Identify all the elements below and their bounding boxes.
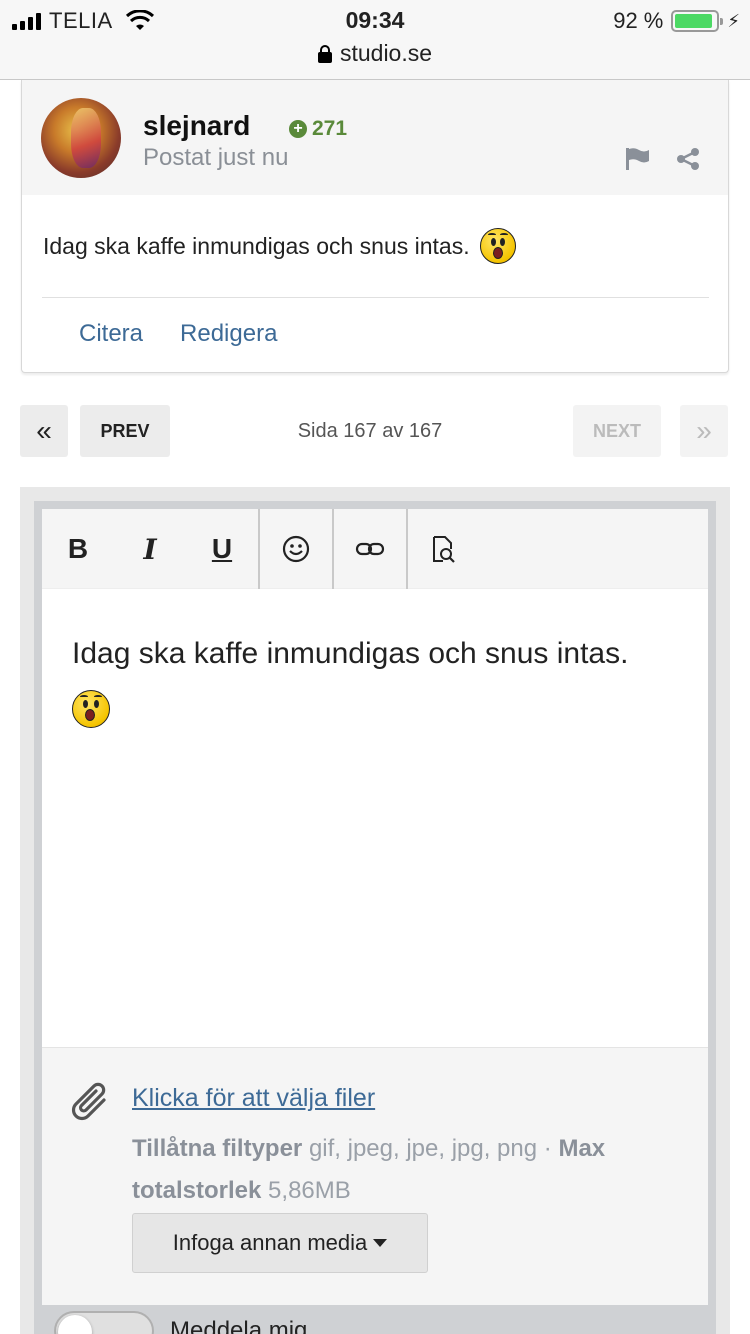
share-icon[interactable] (676, 147, 700, 171)
attachment-info: Tillåtna filtyper gif, jpeg, jpe, jpg, p… (132, 1128, 672, 1212)
bold-button[interactable]: B (42, 509, 114, 589)
astonished-emoji-icon (72, 690, 110, 729)
notify-toggle[interactable] (54, 1311, 154, 1334)
rich-text-editor: B I U Idag ska kaffe inmundigas och snus… (42, 509, 708, 1305)
editor-text: Idag ska kaffe inmundigas och snus intas… (72, 637, 629, 670)
post-username[interactable]: slejnard (143, 110, 250, 142)
document-search-icon (433, 536, 455, 563)
post-content: Idag ska kaffe inmundigas och snus intas… (43, 228, 516, 264)
allowed-types-value: gif, jpeg, jpe, jpg, png (308, 1135, 538, 1162)
preview-button[interactable] (408, 509, 480, 589)
quote-link[interactable]: Citera (79, 320, 143, 348)
post-actions: Citera Redigera (79, 320, 277, 348)
flag-icon[interactable] (624, 147, 650, 171)
emoji-button[interactable] (260, 509, 332, 589)
notify-toggle-row: Meddela mig (54, 1311, 307, 1334)
underline-button[interactable]: U (186, 509, 258, 589)
status-right: 92 % ⚡ (613, 8, 740, 34)
url-text: studio.se (339, 40, 433, 66)
link-icon (355, 542, 385, 556)
last-page-button[interactable]: » (680, 405, 728, 457)
status-bar: TELIA 09:34 92 % ⚡ studio.se (0, 0, 750, 80)
reply-area: B I U Idag ska kaffe inmundigas och snus… (20, 487, 730, 1334)
address-bar[interactable]: studio.se (0, 40, 750, 67)
charging-icon: ⚡ (727, 10, 740, 31)
plus-circle-icon: + (289, 120, 307, 138)
insert-media-label: Infoga annan media (172, 1230, 368, 1255)
forum-post: slejnard + 271 Postat just nu Idag ska k… (21, 80, 729, 373)
editor-frame: B I U Idag ska kaffe inmundigas och snus… (34, 501, 716, 1334)
edit-link[interactable]: Redigera (180, 320, 277, 348)
avatar[interactable] (41, 98, 121, 178)
italic-button[interactable]: I (114, 509, 186, 589)
post-header: slejnard + 271 Postat just nu (22, 80, 728, 195)
emoji-group (260, 509, 334, 589)
page-indicator: Sida 167 av 167 (297, 420, 443, 442)
insert-media-button[interactable]: Infoga annan media (132, 1213, 428, 1273)
editor-toolbar: B I U (42, 509, 708, 589)
battery-percent: 92 % (613, 8, 664, 33)
editor-text-area[interactable]: Idag ska kaffe inmundigas och snus intas… (72, 627, 692, 735)
post-divider (42, 297, 709, 298)
preview-group (408, 509, 480, 589)
next-page-button[interactable]: NEXT (573, 405, 661, 457)
post-text: Idag ska kaffe inmundigas och snus intas… (43, 232, 470, 259)
prev-page-button[interactable]: PREV (80, 405, 170, 457)
smiley-icon (282, 535, 310, 563)
post-timestamp: Postat just nu (143, 144, 289, 171)
format-group: B I U (42, 509, 260, 589)
choose-files-link[interactable]: Klicka för att välja filer (132, 1084, 375, 1113)
notify-toggle-label: Meddela mig (170, 1317, 308, 1334)
first-page-button[interactable]: « (20, 405, 68, 457)
reputation-count: 271 (312, 117, 348, 140)
astonished-emoji-icon (479, 228, 516, 264)
battery-icon (671, 10, 724, 32)
attachment-section: Klicka för att välja filer Tillåtna filt… (42, 1047, 708, 1305)
paperclip-icon (71, 1082, 106, 1121)
allowed-types-label: Tillåtna filtyper (132, 1135, 303, 1162)
caret-down-icon (373, 1239, 388, 1247)
pagination: « PREV Sida 167 av 167 NEXT » (20, 405, 728, 457)
link-group (334, 509, 408, 589)
reputation-badge: + 271 (289, 117, 347, 141)
info-separator: · (543, 1135, 552, 1162)
max-size-value: 5,86MB (268, 1177, 351, 1204)
lock-icon (317, 44, 332, 63)
link-button[interactable] (334, 509, 406, 589)
